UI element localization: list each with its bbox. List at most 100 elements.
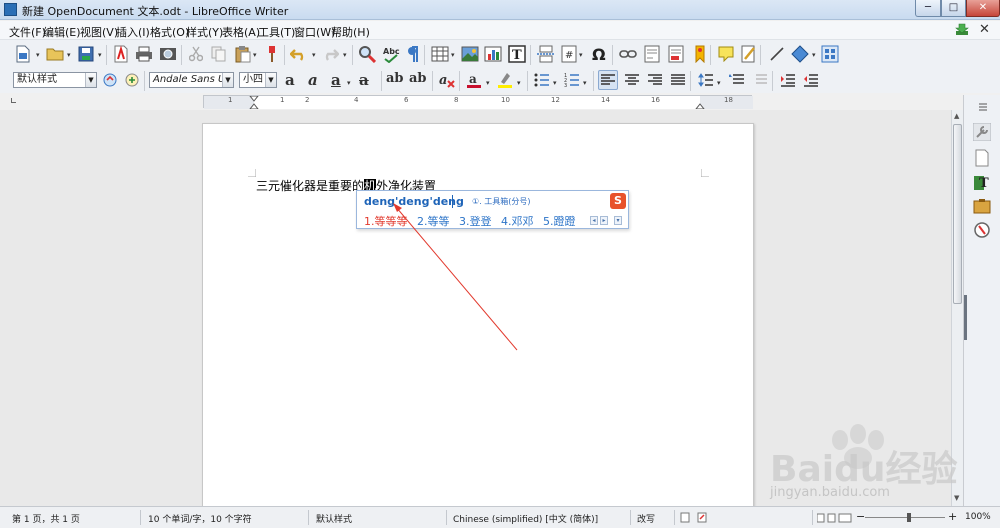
font-name-combo[interactable]: Andale Sans UI ▼: [149, 72, 234, 88]
field-dropdown-icon[interactable]: ▾: [579, 51, 583, 59]
increase-indent-icon[interactable]: [778, 70, 798, 90]
chevron-down-icon[interactable]: ▼: [222, 73, 233, 87]
ime-candidate[interactable]: 4.邓邓: [501, 213, 534, 229]
menu-table[interactable]: 表格(A): [222, 24, 260, 40]
insert-table-icon[interactable]: [430, 44, 450, 64]
insert-chart-icon[interactable]: [483, 44, 503, 64]
redo-icon[interactable]: [320, 44, 340, 64]
ime-candidate[interactable]: 1.等等等: [364, 213, 408, 229]
document-modified-icon[interactable]: [697, 512, 707, 523]
insert-image-icon[interactable]: [460, 44, 480, 64]
increase-paragraph-spacing-icon[interactable]: [727, 70, 747, 90]
close-document-button[interactable]: ✕: [979, 22, 990, 37]
numbering-dropdown-icon[interactable]: ▾: [583, 79, 587, 87]
align-left-icon[interactable]: [598, 70, 618, 90]
clone-formatting-icon[interactable]: [262, 44, 282, 64]
export-pdf-icon[interactable]: [111, 44, 131, 64]
align-right-icon[interactable]: [645, 70, 665, 90]
line-spacing-dropdown-icon[interactable]: ▾: [717, 79, 721, 87]
page-break-icon[interactable]: [536, 44, 556, 64]
menu-view[interactable]: 视图(V): [80, 24, 118, 40]
line-spacing-icon[interactable]: [696, 70, 716, 90]
menu-help[interactable]: 帮助(H): [331, 24, 370, 40]
save-dropdown-icon[interactable]: ▾: [98, 51, 102, 59]
font-size-combo[interactable]: 小四 ▼: [239, 72, 277, 88]
superscript-icon[interactable]: ab: [386, 71, 404, 86]
numbered-list-icon[interactable]: 123: [562, 70, 582, 90]
new-style-icon[interactable]: [122, 70, 142, 90]
ime-next-page-button[interactable]: ▸: [600, 216, 608, 225]
open-folder-icon[interactable]: [45, 44, 65, 64]
undo-icon[interactable]: [289, 44, 309, 64]
menu-format[interactable]: 格式(O): [150, 24, 189, 40]
highlight-dropdown-icon[interactable]: ▾: [517, 79, 521, 87]
ime-prev-page-button[interactable]: ◂: [590, 216, 598, 225]
italic-icon[interactable]: a: [308, 71, 318, 89]
print-preview-icon[interactable]: [158, 44, 178, 64]
find-replace-icon[interactable]: [357, 44, 377, 64]
track-changes-icon[interactable]: [739, 44, 759, 64]
document-page[interactable]: 三元催化器是重要的机外净化装置: [202, 123, 754, 506]
ime-more-button[interactable]: ▾: [614, 216, 622, 225]
draw-line-icon[interactable]: [767, 44, 787, 64]
chevron-down-icon[interactable]: ▼: [265, 73, 276, 87]
font-color-icon[interactable]: a: [464, 70, 484, 90]
strikethrough-icon[interactable]: a: [359, 71, 369, 89]
right-indent-marker-icon[interactable]: [695, 96, 705, 109]
bullet-dropdown-icon[interactable]: ▾: [553, 79, 557, 87]
redo-dropdown-icon[interactable]: ▾: [343, 51, 347, 59]
footnote-icon[interactable]: [642, 44, 662, 64]
scrollbar-thumb[interactable]: [953, 124, 962, 304]
special-character-icon[interactable]: Ω: [589, 44, 609, 64]
sidebar-menu-icon[interactable]: [978, 102, 988, 112]
view-layout-icons[interactable]: [817, 513, 857, 523]
new-dropdown-icon[interactable]: ▾: [36, 51, 40, 59]
menu-window[interactable]: 窗口(W): [294, 24, 335, 40]
styles-icon[interactable]: T: [973, 173, 991, 191]
insert-textbox-icon[interactable]: T: [507, 44, 527, 64]
table-dropdown-icon[interactable]: ▾: [451, 51, 455, 59]
underline-icon[interactable]: a: [331, 71, 341, 89]
paste-icon[interactable]: [233, 44, 253, 64]
insert-field-icon[interactable]: #: [559, 44, 579, 64]
zoom-slider[interactable]: [865, 517, 945, 518]
properties-wrench-icon[interactable]: [973, 123, 991, 141]
selection-mode-icon[interactable]: [680, 512, 690, 523]
paragraph-style-combo[interactable]: 默认样式 ▼: [13, 72, 97, 88]
formatting-marks-icon[interactable]: [403, 44, 423, 64]
language-status[interactable]: Chinese (simplified) [中文 (简体)]: [453, 512, 598, 525]
navigator-compass-icon[interactable]: [973, 221, 991, 239]
bookmark-icon[interactable]: [690, 44, 710, 64]
spelling-icon[interactable]: Abc: [381, 44, 401, 64]
minimize-button[interactable]: ─: [915, 0, 941, 17]
zoom-out-icon[interactable]: −: [856, 510, 865, 523]
indent-marker-icon[interactable]: [249, 96, 259, 109]
menu-tools[interactable]: 工具(T): [258, 24, 295, 40]
highlight-icon[interactable]: [495, 70, 515, 90]
zoom-level-status[interactable]: 100%: [965, 512, 991, 522]
tab-stop-selector[interactable]: [11, 98, 16, 103]
clear-formatting-icon[interactable]: a: [437, 70, 457, 90]
sogou-logo-icon[interactable]: S: [610, 193, 626, 209]
justify-icon[interactable]: [668, 70, 688, 90]
menu-styles[interactable]: 样式(Y): [186, 24, 223, 40]
zoom-slider-thumb[interactable]: [907, 513, 911, 522]
ime-candidate[interactable]: 2.等等: [417, 213, 450, 229]
chevron-down-icon[interactable]: ▼: [85, 73, 96, 87]
scroll-up-icon[interactable]: ▲: [954, 112, 959, 120]
open-dropdown-icon[interactable]: ▾: [67, 51, 71, 59]
word-count-status[interactable]: 10 个单词/字，10 个字符: [148, 512, 252, 525]
maximize-button[interactable]: □: [941, 0, 966, 17]
new-document-icon[interactable]: [13, 44, 33, 64]
gallery-icon[interactable]: [973, 197, 991, 215]
shapes-dropdown-icon[interactable]: ▾: [812, 51, 816, 59]
ime-toolbox-hint[interactable]: ①. 工具箱(分号): [472, 196, 531, 207]
update-download-icon[interactable]: [955, 23, 969, 36]
decrease-paragraph-spacing-icon[interactable]: [750, 70, 770, 90]
zoom-in-icon[interactable]: +: [948, 510, 957, 523]
bold-icon[interactable]: a: [285, 71, 295, 89]
copy-icon[interactable]: [209, 44, 229, 64]
print-icon[interactable]: [134, 44, 154, 64]
decrease-indent-icon[interactable]: [801, 70, 821, 90]
underline-dropdown-icon[interactable]: ▾: [347, 79, 351, 87]
